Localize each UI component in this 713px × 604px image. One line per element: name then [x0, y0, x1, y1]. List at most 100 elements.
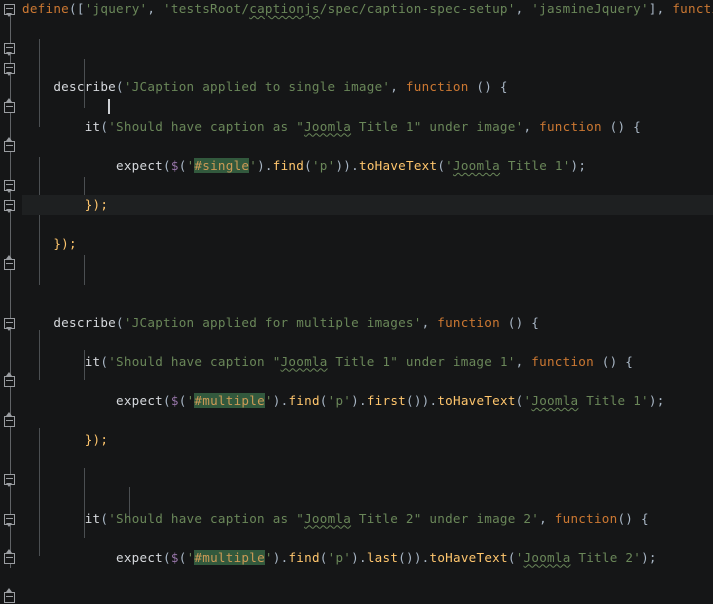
spellcheck-word: Joomla — [531, 392, 579, 408]
fold-marker-down[interactable] — [4, 513, 17, 527]
fold-marker-up[interactable] — [4, 98, 17, 114]
token-string: '#multiple' — [186, 392, 273, 408]
token-method: find — [288, 392, 320, 408]
fold-marker-up[interactable] — [4, 588, 17, 604]
token-punct: ( — [163, 392, 171, 408]
token-punct: () { — [468, 79, 508, 95]
code-area[interactable]: define(['jquery', 'testsRoot/captionjs/s… — [22, 0, 713, 572]
selector-highlight[interactable]: #single — [194, 157, 250, 173]
fold-marker-down[interactable] — [4, 473, 17, 488]
fold-marker-up[interactable] — [4, 254, 17, 271]
token-string: 'Joomla Title 2' — [515, 549, 642, 565]
token-string: 'Joomla Title 1' — [523, 392, 649, 408]
token-variable: $ — [170, 157, 179, 173]
token-function-call: expect — [116, 549, 164, 565]
token-keyword: function — [531, 353, 594, 369]
fold-marker-down[interactable] — [4, 317, 17, 331]
token-punct: ()). — [405, 392, 438, 408]
code-line-current[interactable]: }); — [22, 194, 713, 215]
token-punct: ], — [648, 1, 673, 16]
token-method: toHaveText — [437, 392, 516, 408]
token-punct: ( — [163, 157, 171, 173]
code-line[interactable]: it('Should have caption as "Joomla Title… — [22, 117, 713, 137]
fold-box-icon — [4, 592, 15, 603]
token-string: 'testsRoot/captionjs/spec/caption-spec-s… — [163, 1, 516, 16]
fold-marker-down[interactable] — [4, 62, 17, 76]
token-punct: ( — [178, 549, 187, 565]
code-line[interactable]: it('Should have caption "Joomla Title 1"… — [22, 352, 713, 372]
token-punct: ). — [272, 549, 289, 565]
token-function-call: describe — [53, 314, 117, 330]
token-function-call: describe — [53, 79, 117, 95]
token-function-call: expect — [116, 157, 164, 173]
token-punct: ); — [570, 157, 587, 173]
token-method: toHaveText — [429, 549, 508, 565]
token-punct: , — [515, 1, 532, 16]
code-editor[interactable]: define(['jquery', 'testsRoot/captionjs/s… — [0, 0, 713, 603]
token-punct: ( — [507, 549, 516, 565]
token-punct: ( — [163, 549, 171, 565]
spellcheck-word: Joomla — [304, 118, 352, 134]
code-line[interactable]: expect($('#multiple').find('p').first())… — [22, 391, 713, 411]
fold-box-icon — [4, 102, 15, 113]
fold-marker-up[interactable] — [4, 411, 17, 428]
token-punct: () { — [499, 314, 540, 330]
token-punct: ( — [515, 392, 524, 408]
code-line[interactable]: describe('JCaption applied to single ima… — [22, 77, 713, 97]
token-function-call: it — [84, 510, 101, 526]
token-string: 'Should have caption as "Joomla Title 2"… — [108, 510, 540, 526]
code-line-blank[interactable] — [22, 469, 713, 489]
token-method: first — [366, 392, 406, 408]
selector-highlight[interactable]: #multiple — [194, 549, 265, 565]
token-method: find — [272, 157, 305, 173]
token-punct: ([ — [69, 1, 85, 16]
token-punct: () { — [593, 353, 634, 369]
token-method: last — [366, 549, 399, 565]
code-line[interactable]: }); — [22, 234, 713, 254]
token-punct: () { — [617, 510, 649, 526]
token-punct: ). — [257, 157, 273, 173]
token-brace: }); — [84, 432, 109, 448]
code-line[interactable]: it('Should have caption as "Joomla Title… — [22, 509, 713, 529]
token-keyword: define — [22, 1, 70, 16]
token-punct: ). — [351, 549, 367, 565]
token-punct: ( — [116, 314, 124, 330]
token-punct: ( — [437, 157, 446, 173]
code-line[interactable]: }); — [22, 430, 713, 450]
token-string: 'jasmineJquery' — [531, 1, 649, 16]
fold-box-icon — [4, 141, 15, 153]
token-punct: , — [523, 118, 540, 134]
token-function-call: expect — [116, 392, 164, 408]
fold-box-icon — [4, 474, 15, 486]
fold-marker-up[interactable] — [4, 137, 17, 153]
fold-box-icon — [4, 180, 15, 192]
spellcheck-word: Joomla — [523, 549, 571, 565]
token-punct: , — [515, 353, 532, 369]
token-punct: ()). — [398, 549, 430, 565]
token-brace: }); — [84, 196, 109, 212]
text-caret — [108, 99, 110, 114]
code-line-blank[interactable] — [22, 38, 713, 58]
fold-box-icon — [4, 258, 15, 270]
selector-highlight[interactable]: #multiple — [194, 392, 265, 408]
fold-marker-up[interactable] — [4, 548, 17, 565]
token-string: 'JCaption applied for multiple images' — [123, 314, 422, 330]
spellcheck-word: Joomla — [304, 510, 352, 526]
code-line[interactable]: describe('JCaption applied for multiple … — [22, 313, 713, 333]
fold-box-icon — [4, 317, 15, 329]
fold-marker-down[interactable] — [4, 3, 17, 17]
editor-gutter[interactable] — [0, 0, 22, 603]
code-line[interactable]: define(['jquery', 'testsRoot/captionjs/s… — [22, 0, 713, 19]
fold-marker-up[interactable] — [4, 372, 17, 388]
token-variable: $ — [170, 392, 179, 408]
fold-marker-down[interactable] — [4, 179, 17, 194]
token-keyword: function — [405, 79, 469, 95]
code-line[interactable]: expect($('#multiple').find('p').last()).… — [22, 548, 713, 568]
fold-marker-down[interactable] — [4, 199, 17, 213]
code-line-blank[interactable] — [22, 273, 713, 293]
token-keyword: function — [437, 314, 500, 330]
fold-box-icon — [4, 4, 15, 15]
token-punct: () { — [601, 118, 641, 134]
code-line[interactable]: expect($('#single').find('p')).toHaveTex… — [22, 156, 713, 176]
fold-marker-down[interactable] — [4, 42, 17, 57]
